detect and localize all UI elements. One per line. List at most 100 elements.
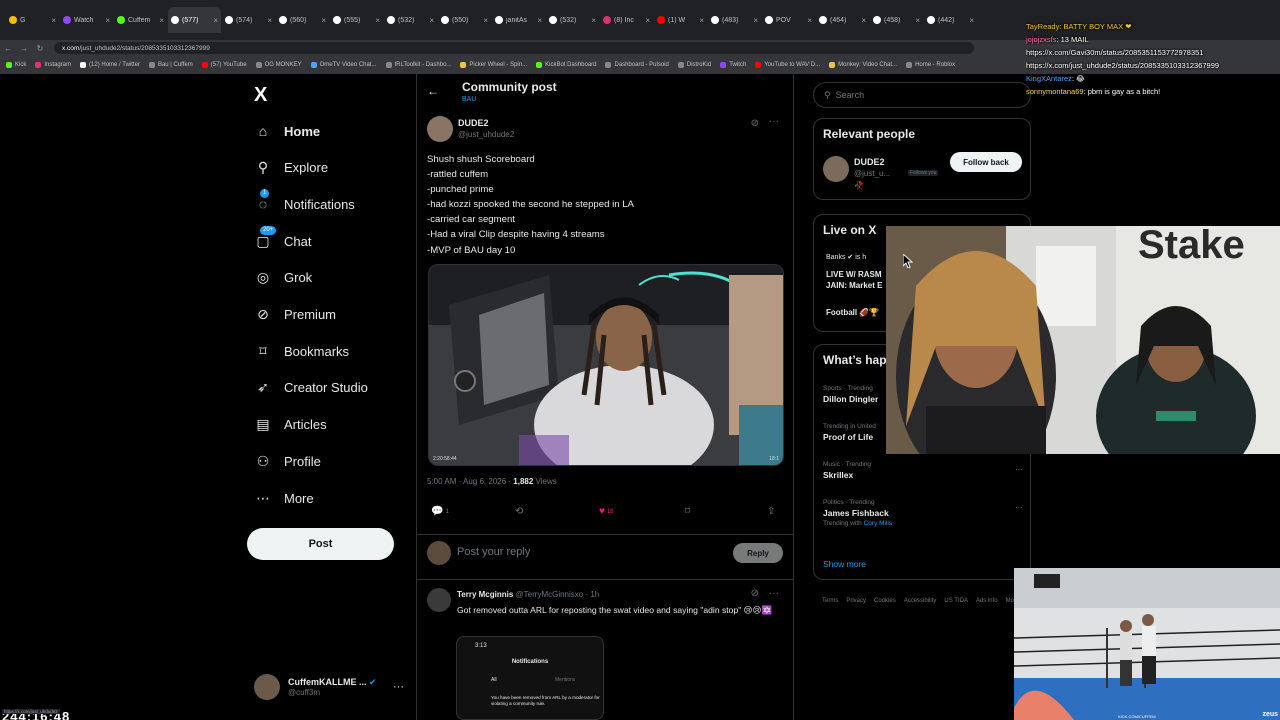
tab-close-icon[interactable]: × [375, 16, 380, 25]
browser-tab[interactable]: (532) × [546, 7, 599, 33]
browser-tab[interactable]: Cuffem × [114, 7, 167, 33]
live-host[interactable]: Banks ✔ is h [826, 253, 866, 261]
footer-link[interactable]: Ads info [976, 598, 998, 604]
nav-item-chat[interactable]: ▢ 20+ Chat [254, 226, 311, 255]
more-options-icon[interactable]: ··· [769, 116, 779, 127]
bookmark-item[interactable]: Monkey: Video Chat... [829, 62, 897, 68]
tab-close-icon[interactable]: × [213, 16, 218, 25]
footer-link[interactable]: US TIDA [944, 598, 968, 604]
nav-item-bookmarks[interactable]: ⌑ Bookmarks [254, 337, 349, 365]
nav-item-grok[interactable]: ◎ Grok [254, 264, 312, 292]
tab-close-icon[interactable]: × [159, 16, 164, 25]
tab-close-icon[interactable]: × [51, 16, 56, 25]
reply-avatar[interactable] [427, 588, 451, 612]
tab-close-icon[interactable]: × [321, 16, 326, 25]
tab-close-icon[interactable]: × [861, 16, 866, 25]
nav-item-premium[interactable]: ⊘ Premium [254, 301, 336, 329]
post-button[interactable]: Post [247, 528, 394, 560]
bookmark-item[interactable]: Twitch [720, 62, 746, 68]
author-avatar[interactable] [427, 116, 453, 142]
browser-tab[interactable]: janitAs × [492, 7, 545, 33]
trend-item[interactable]: Politics · Trending James Fishback Trendin… [823, 499, 1023, 527]
reply-image[interactable]: 3:13 Notifications All Mentions You have… [456, 636, 604, 720]
account-switcher[interactable]: CuffemKALLME ... ✔ @cuff3m ··· [254, 672, 404, 702]
repost-action[interactable]: ⟲ [515, 506, 523, 517]
footer-link[interactable]: Cookies [874, 598, 896, 604]
reply-button[interactable]: Reply [733, 543, 783, 563]
browser-tab[interactable]: G × [6, 7, 59, 33]
bookmark-item[interactable]: YouTube to WAV D... [755, 62, 820, 68]
more-options-icon[interactable]: ··· [769, 588, 779, 599]
nav-item-notifications[interactable]: ◌ 1 Notifications [254, 189, 355, 218]
x-logo[interactable]: X [254, 84, 267, 107]
browser-tab[interactable]: Watch × [60, 7, 113, 33]
tab-close-icon[interactable]: × [969, 16, 974, 25]
like-action[interactable]: ♥ 18 [599, 506, 614, 517]
live-event-2[interactable]: Football 🏈🏆 [826, 308, 879, 317]
bookmark-item[interactable]: OG MONKEY [255, 62, 302, 68]
bookmark-item[interactable]: (57) YouTube [201, 62, 247, 68]
grok-icon[interactable]: ⊘ [751, 588, 759, 599]
tab-close-icon[interactable]: × [105, 16, 110, 25]
search-box[interactable]: ⚲ [813, 82, 1031, 108]
tab-close-icon[interactable]: × [591, 16, 596, 25]
bookmark-item[interactable]: Instagram [35, 62, 71, 68]
bookmark-item[interactable]: IRLToolkit - Dashbo... [385, 62, 451, 68]
browser-tab[interactable]: (442) × [924, 7, 977, 33]
reload-icon[interactable]: ↻ [32, 44, 48, 53]
tab-close-icon[interactable]: × [537, 16, 542, 25]
back-arrow-icon[interactable]: ← [427, 84, 439, 98]
nav-item-explore[interactable]: ⚲ Explore [254, 154, 328, 182]
trend-item[interactable]: Music · Trending Skrillex ··· [823, 461, 1023, 480]
browser-tab[interactable]: (550) × [438, 7, 491, 33]
tab-close-icon[interactable]: × [483, 16, 488, 25]
browser-tab[interactable]: (483) × [708, 7, 761, 33]
footer-link[interactable]: Accessibility [904, 598, 937, 604]
author-name[interactable]: DUDE2 [458, 118, 489, 128]
more-options-icon[interactable]: ··· [393, 681, 404, 693]
bookmark-item[interactable]: Home - Roblox [906, 62, 955, 68]
bookmark-item[interactable]: DistroKid [677, 62, 711, 68]
tab-close-icon[interactable]: × [807, 16, 812, 25]
nav-item-home[interactable]: ⌂ Home [254, 117, 320, 145]
follow-back-button[interactable]: Follow back [950, 152, 1022, 172]
more-options-icon[interactable]: ··· [1015, 503, 1023, 512]
footer-link[interactable]: Terms [822, 598, 838, 604]
browser-tab[interactable]: (577) × [168, 7, 221, 33]
relevant-avatar[interactable] [823, 156, 849, 182]
footer-link[interactable]: Privacy [846, 598, 866, 604]
bookmark-action[interactable]: ⌑ [685, 506, 690, 517]
community-link[interactable]: BAU [462, 96, 476, 103]
tab-close-icon[interactable]: × [915, 16, 920, 25]
bookmark-item[interactable]: Kick [6, 62, 26, 68]
relevant-name[interactable]: DUDE2 [854, 157, 885, 167]
browser-tab[interactable]: (1) W × [654, 7, 707, 33]
tab-close-icon[interactable]: × [267, 16, 272, 25]
browser-tab[interactable]: (532) × [384, 7, 437, 33]
reply-action[interactable]: 💬 1 [431, 506, 449, 517]
browser-tab[interactable]: (560) × [276, 7, 329, 33]
relevant-handle[interactable]: @just_u... [854, 169, 890, 178]
browser-tab[interactable]: (8) Inc × [600, 7, 653, 33]
bookmark-item[interactable]: KickBot Dashboard [536, 62, 596, 68]
browser-tab[interactable]: POV × [762, 7, 815, 33]
address-bar[interactable]: x.com/just_uhdude2/status/20853351033123… [54, 42, 974, 54]
reply-author[interactable]: Terry Mcginnis [457, 590, 513, 599]
bookmark-item[interactable]: Picker Wheel - Spin... [460, 62, 527, 68]
trend-related-name[interactable]: Cory Mills [864, 520, 893, 527]
grok-icon[interactable]: ⊘ [751, 118, 759, 129]
browser-tab[interactable]: (574) × [222, 7, 275, 33]
bookmark-item[interactable]: Dashboard - Pulsoid [605, 62, 669, 68]
nav-item-more[interactable]: ⋯ More [254, 484, 314, 512]
nav-item-creator-studio[interactable]: ➶ Creator Studio [254, 374, 368, 402]
bookmark-item[interactable]: (12) Home / Twitter [80, 62, 140, 68]
reply-handle[interactable]: @TerryMcGinnisxo · 1h [516, 590, 600, 599]
browser-tab[interactable]: (464) × [816, 7, 869, 33]
post-video[interactable]: 2:20:58:44 18:1 [428, 264, 784, 466]
tab-close-icon[interactable]: × [429, 16, 434, 25]
browser-tab[interactable]: (458) × [870, 7, 923, 33]
author-handle[interactable]: @just_uhdude2 [458, 130, 514, 139]
tab-close-icon[interactable]: × [699, 16, 704, 25]
bookmark-item[interactable]: Bau | Cuffem [148, 62, 193, 68]
nav-item-profile[interactable]: ⚇ Profile [254, 447, 321, 475]
